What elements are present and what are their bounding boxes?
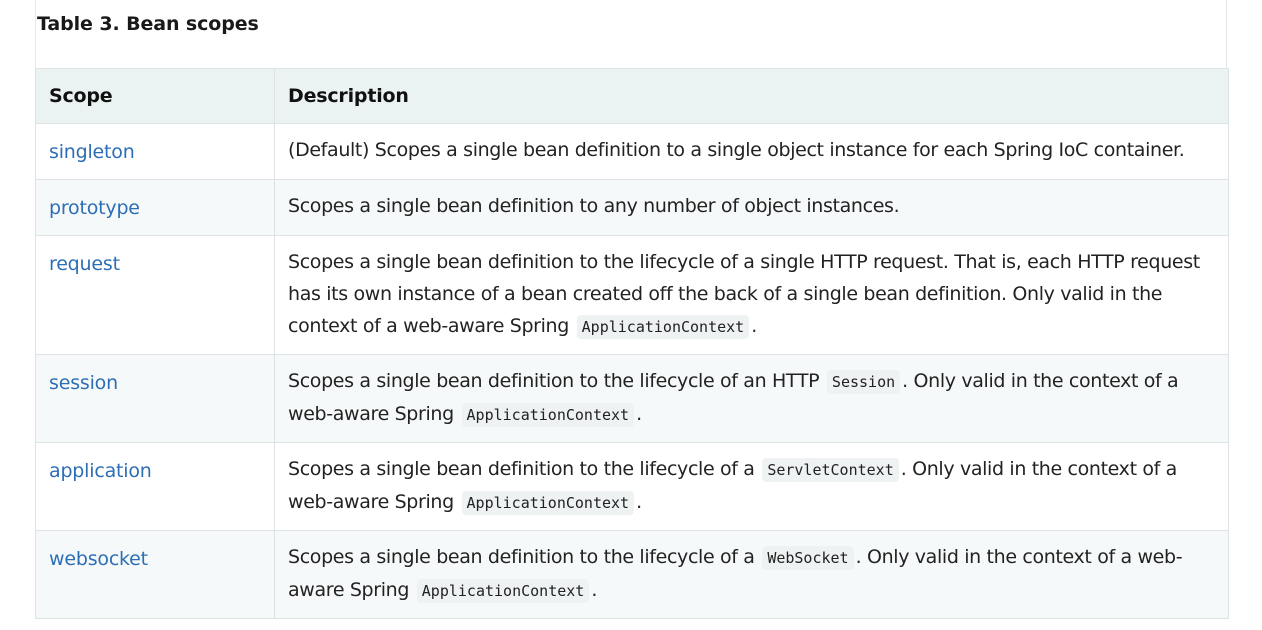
- content-frame-left-edge: [35, 0, 36, 70]
- scope-link-websocket[interactable]: websocket: [49, 548, 148, 570]
- description-cell: Scopes a single bean definition to the l…: [274, 530, 1229, 619]
- scope-link-application[interactable]: application: [49, 460, 152, 482]
- description-text: Scopes a single bean definition to the l…: [288, 370, 820, 392]
- description-text: (Default) Scopes a single bean definitio…: [288, 139, 1185, 161]
- description-cell: Scopes a single bean definition to any n…: [274, 179, 1229, 236]
- description-cell: Scopes a single bean definition to the l…: [274, 235, 1229, 355]
- scope-cell: session: [35, 354, 275, 443]
- table-row: request Scopes a single bean definition …: [35, 235, 1229, 355]
- scope-cell: prototype: [35, 179, 275, 236]
- table-row: websocket Scopes a single bean definitio…: [35, 530, 1229, 619]
- column-header-description: Description: [274, 68, 1229, 124]
- inline-code: Session: [826, 370, 901, 394]
- description-text: Scopes a single bean definition to any n…: [288, 195, 900, 217]
- inline-code: ApplicationContext: [576, 315, 750, 339]
- table-row: application Scopes a single bean definit…: [35, 442, 1229, 531]
- description-cell: Scopes a single bean definition to the l…: [274, 442, 1229, 531]
- description-cell: (Default) Scopes a single bean definitio…: [274, 123, 1229, 180]
- table-row: singleton (Default) Scopes a single bean…: [35, 123, 1229, 180]
- scope-link-singleton[interactable]: singleton: [49, 141, 135, 163]
- description-cell: Scopes a single bean definition to the l…: [274, 354, 1229, 443]
- scope-link-request[interactable]: request: [49, 253, 120, 275]
- scope-cell: singleton: [35, 123, 275, 180]
- scope-link-session[interactable]: session: [49, 372, 118, 394]
- table-row: session Scopes a single bean definition …: [35, 354, 1229, 443]
- table-caption: Table 3. Bean scopes: [37, 13, 259, 35]
- table-header-row: Scope Description: [35, 68, 1229, 124]
- description-text: Scopes a single bean definition to the l…: [288, 458, 755, 480]
- inline-code: ApplicationContext: [416, 579, 590, 603]
- description-text: .: [591, 579, 598, 601]
- inline-code: ApplicationContext: [461, 403, 635, 427]
- inline-code: ServletContext: [762, 458, 899, 482]
- content-frame-right-edge: [1226, 0, 1227, 70]
- bean-scopes-table: Scope Description singleton (Default) Sc…: [35, 68, 1229, 619]
- description-text: .: [751, 315, 757, 337]
- inline-code: WebSocket: [762, 546, 854, 570]
- inline-code: ApplicationContext: [461, 491, 635, 515]
- description-text: .: [636, 403, 642, 425]
- scope-cell: websocket: [35, 530, 275, 619]
- scope-cell: application: [35, 442, 275, 531]
- table-row: prototype Scopes a single bean definitio…: [35, 179, 1229, 236]
- scope-link-prototype[interactable]: prototype: [49, 197, 140, 219]
- description-text: .: [636, 491, 642, 513]
- scope-cell: request: [35, 235, 275, 355]
- column-header-scope: Scope: [35, 68, 275, 124]
- description-text: Scopes a single bean definition to the l…: [288, 546, 755, 568]
